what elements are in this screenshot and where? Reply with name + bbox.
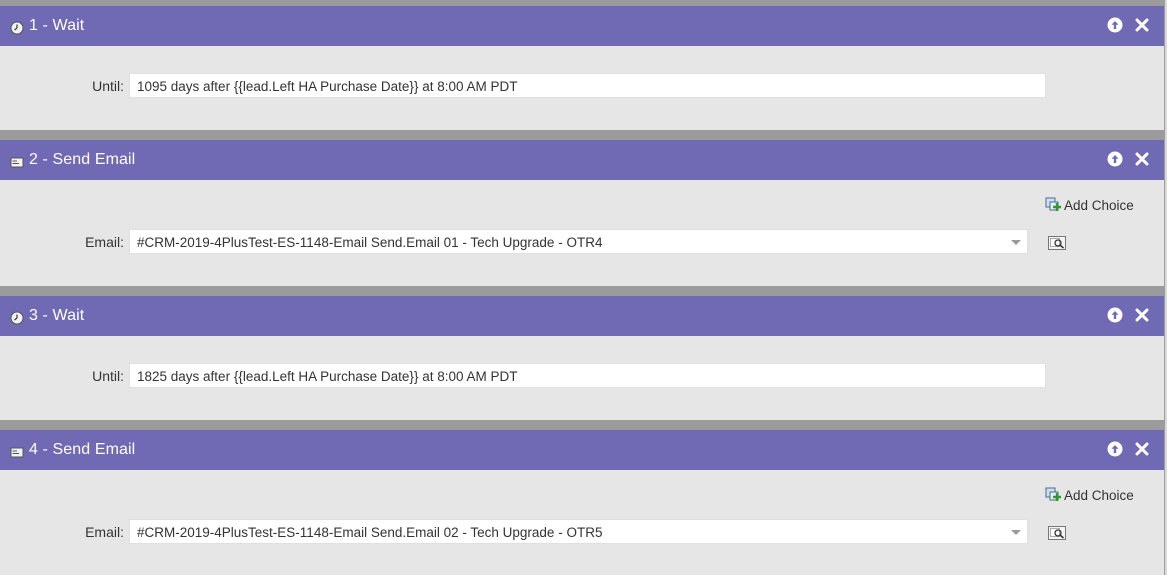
add-choice-button[interactable]: Add Choice [1045,196,1134,215]
email-label: Email: [85,524,124,540]
add-choice-label: Add Choice [1064,198,1134,213]
delete-step-icon[interactable] [1134,151,1150,167]
email-select[interactable]: #CRM-2019-4PlusTest-ES-1148-Email Send.E… [129,229,1028,254]
step-body: Until: 1825 days after {{lead.Left HA Pu… [0,336,1164,420]
step-title: 4 - Send Email [29,441,136,458]
until-label: Until: [92,368,124,384]
email-label: Email: [85,234,124,250]
move-up-icon[interactable] [1107,17,1123,33]
add-choice-icon [1045,486,1062,505]
step-title: 1 - Wait [29,17,85,34]
until-field[interactable]: 1825 days after {{lead.Left HA Purchase … [129,363,1046,388]
email-select-value: #CRM-2019-4PlusTest-ES-1148-Email Send.E… [137,235,603,250]
move-up-icon[interactable] [1107,151,1123,167]
email-select-value: #CRM-2019-4PlusTest-ES-1148-Email Send.E… [137,525,603,540]
step-body: Add Choice Email: #CRM-2019-4PlusTest-ES… [0,180,1164,286]
flow-steps-panel: 1 - Wait Until: 1095 days after {{lead.L… [0,0,1165,575]
email-select[interactable]: #CRM-2019-4PlusTest-ES-1148-Email Send.E… [129,519,1028,544]
chevron-down-icon[interactable] [1011,530,1021,535]
step-body: Until: 1095 days after {{lead.Left HA Pu… [0,46,1164,130]
clock-icon [10,21,24,35]
email-icon [10,445,24,459]
delete-step-icon[interactable] [1134,441,1150,457]
move-up-icon[interactable] [1107,307,1123,323]
step-header[interactable]: 4 - Send Email [0,430,1164,470]
preview-icon[interactable] [1048,236,1066,250]
add-choice-button[interactable]: Add Choice [1045,486,1134,505]
flow-step-4: 4 - Send Email Add Choice Email: #CRM-20… [0,430,1164,575]
clock-icon [10,311,24,325]
step-header[interactable]: 3 - Wait [0,296,1164,336]
add-choice-label: Add Choice [1064,488,1134,503]
step-title: 2 - Send Email [29,151,136,168]
chevron-down-icon[interactable] [1011,240,1021,245]
flow-step-2: 2 - Send Email Add Choice Email: #CRM-20… [0,140,1164,286]
until-field[interactable]: 1095 days after {{lead.Left HA Purchase … [129,73,1046,98]
delete-step-icon[interactable] [1134,17,1150,33]
email-icon [10,155,24,169]
move-up-icon[interactable] [1107,441,1123,457]
step-body: Add Choice Email: #CRM-2019-4PlusTest-ES… [0,470,1164,575]
add-choice-icon [1045,196,1062,215]
delete-step-icon[interactable] [1134,307,1150,323]
step-title: 3 - Wait [29,307,85,324]
until-label: Until: [92,78,124,94]
step-header[interactable]: 2 - Send Email [0,140,1164,180]
flow-step-1: 1 - Wait Until: 1095 days after {{lead.L… [0,6,1164,130]
flow-step-3: 3 - Wait Until: 1825 days after {{lead.L… [0,296,1164,420]
step-header[interactable]: 1 - Wait [0,6,1164,46]
preview-icon[interactable] [1048,526,1066,540]
